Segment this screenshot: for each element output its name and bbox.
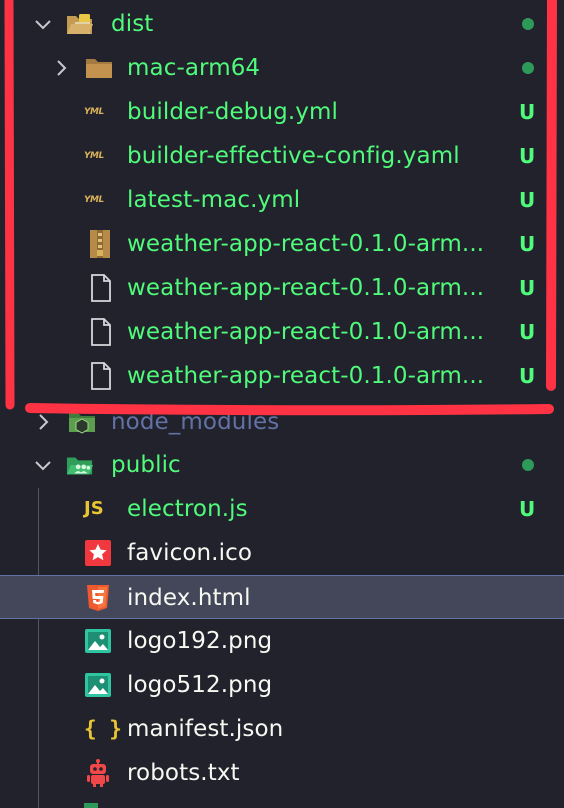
chevron-right-icon[interactable] bbox=[51, 58, 71, 78]
untracked-badge: U bbox=[519, 188, 536, 212]
tree-item-label: weather-app-react-0.1.0-arm... bbox=[127, 275, 485, 301]
image-file-icon bbox=[85, 629, 111, 653]
tree-item-label: weather-app-react-0.1.0-arm... bbox=[127, 363, 485, 389]
modified-indicator-dot bbox=[522, 459, 534, 471]
favicon-star-icon bbox=[85, 540, 111, 566]
tree-item-weather-app-zip[interactable]: weather-app-react-0.1.0-arm... U bbox=[0, 222, 564, 266]
html5-icon bbox=[87, 585, 109, 611]
tree-item-electron-js[interactable]: JS electron.js U bbox=[0, 487, 564, 531]
file-icon bbox=[91, 318, 111, 346]
untracked-badge: U bbox=[519, 144, 536, 168]
tree-item-label: builder-effective-config.yaml bbox=[127, 143, 460, 169]
tree-item-weather-app-file-4[interactable]: weather-app-react-0.1.0-arm... U bbox=[0, 354, 564, 398]
open-folder-icon bbox=[67, 14, 93, 34]
untracked-badge: U bbox=[519, 364, 536, 388]
tree-item-label: weather-app-react-0.1.0-arm... bbox=[127, 319, 485, 345]
zip-archive-icon bbox=[90, 230, 110, 258]
tree-item-label: robots.txt bbox=[127, 760, 240, 786]
javascript-file-icon: JS bbox=[84, 498, 104, 519]
tree-item-label: logo192.png bbox=[127, 628, 273, 654]
json-file-icon: { } bbox=[84, 717, 122, 741]
next-item-icon-partial bbox=[84, 803, 98, 808]
tree-item-logo512[interactable]: logo512.png bbox=[0, 663, 564, 707]
tree-item-favicon[interactable]: favicon.ico bbox=[0, 531, 564, 575]
tree-item-builder-effective-config[interactable]: YML builder-effective-config.yaml U bbox=[0, 134, 564, 178]
untracked-badge: U bbox=[519, 320, 536, 344]
tree-item-label: weather-app-react-0.1.0-arm... bbox=[127, 231, 485, 257]
yaml-file-icon: YML bbox=[84, 151, 104, 161]
file-icon bbox=[91, 274, 111, 302]
tree-item-logo192[interactable]: logo192.png bbox=[0, 619, 564, 663]
chevron-down-icon[interactable] bbox=[33, 455, 53, 475]
untracked-badge: U bbox=[519, 497, 536, 521]
untracked-badge: U bbox=[519, 276, 536, 300]
tree-item-label: manifest.json bbox=[127, 716, 284, 742]
robot-icon bbox=[87, 759, 109, 787]
tree-item-label: logo512.png bbox=[127, 672, 273, 698]
tree-item-weather-app-file-3[interactable]: weather-app-react-0.1.0-arm... U bbox=[0, 310, 564, 354]
tree-item-public[interactable]: public bbox=[0, 443, 564, 487]
modified-indicator-dot bbox=[522, 18, 534, 30]
tree-item-label: index.html bbox=[127, 585, 251, 611]
tree-item-index-html[interactable]: index.html bbox=[0, 575, 564, 619]
yaml-file-icon: YML bbox=[84, 107, 104, 117]
tree-item-dist[interactable]: dist bbox=[0, 2, 564, 46]
tree-item-label: dist bbox=[111, 11, 154, 37]
tree-item-label: builder-debug.yml bbox=[127, 99, 338, 125]
tree-item-weather-app-file-2[interactable]: weather-app-react-0.1.0-arm... U bbox=[0, 266, 564, 310]
node-folder-icon bbox=[69, 413, 95, 434]
image-file-icon bbox=[85, 673, 111, 697]
chevron-down-icon[interactable] bbox=[33, 14, 53, 34]
modified-indicator-dot bbox=[522, 62, 534, 74]
tree-item-label: node_modules bbox=[111, 409, 280, 435]
tree-item-label: favicon.ico bbox=[127, 540, 253, 566]
untracked-badge: U bbox=[519, 100, 536, 124]
tree-item-label: public bbox=[111, 452, 181, 478]
tree-item-builder-debug[interactable]: YML builder-debug.yml U bbox=[0, 90, 564, 134]
tree-item-node-modules[interactable]: node_modules bbox=[0, 400, 564, 444]
untracked-badge: U bbox=[519, 232, 536, 256]
tree-item-label: electron.js bbox=[127, 496, 248, 522]
tree-item-robots[interactable]: robots.txt bbox=[0, 751, 564, 795]
public-folder-icon bbox=[66, 457, 94, 475]
file-explorer-tree: dist mac-arm64 YML builder-debug.yml U Y… bbox=[0, 0, 564, 808]
yaml-file-icon: YML bbox=[84, 195, 104, 205]
tree-item-label: mac-arm64 bbox=[127, 55, 261, 81]
folder-icon bbox=[86, 59, 112, 78]
file-icon bbox=[91, 362, 111, 390]
tree-item-mac-arm64[interactable]: mac-arm64 bbox=[0, 46, 564, 90]
tree-item-label: latest-mac.yml bbox=[127, 187, 301, 213]
tree-item-manifest[interactable]: { } manifest.json bbox=[0, 707, 564, 751]
tree-item-latest-mac[interactable]: YML latest-mac.yml U bbox=[0, 178, 564, 222]
chevron-right-icon[interactable] bbox=[33, 412, 53, 432]
